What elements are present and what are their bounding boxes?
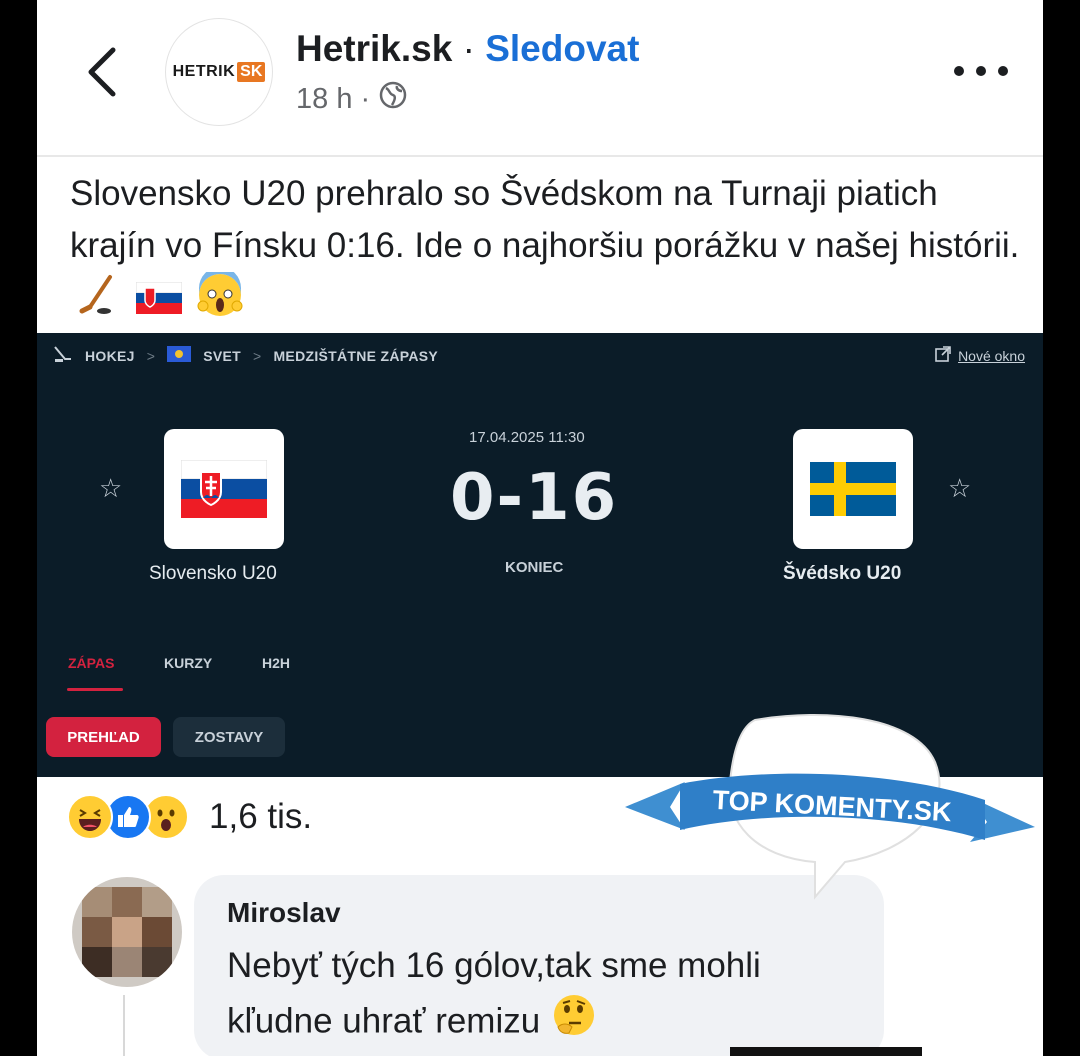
watermark-badge: TOP KOMENTY.SK (625, 712, 1035, 902)
meta-separator: · (360, 82, 371, 115)
match-score: 0-16 (450, 461, 619, 535)
subtab-zostavy[interactable]: ZOSTAVY (173, 717, 285, 757)
page-title: Hetrik.sk · Sledovat (296, 28, 639, 70)
laugh-icon (67, 794, 113, 840)
post-frame: HETRIK SK Hetrik.sk · Sledovat 18 h · Sl… (37, 0, 1043, 1056)
breadcrumb-zapasy[interactable]: MEDZIŠTÁTNE ZÁPASY (273, 348, 438, 364)
comment-bubble[interactable]: Miroslav Nebyť tých 16 gólov,tak sme moh… (194, 875, 884, 1056)
breadcrumb: HOKEJ > SVET > MEDZIŠTÁTNE ZÁPASY (53, 345, 438, 366)
comment-text-body: Nebyť tých 16 gólov,tak sme mohli kľudne… (227, 946, 761, 1041)
follow-button[interactable]: Sledovat (485, 28, 639, 69)
favorite-away-star-icon[interactable]: ☆ (948, 473, 971, 504)
slovakia-flag-icon (181, 460, 267, 518)
slovakia-flag-icon (135, 277, 183, 329)
away-team-name[interactable]: Švédsko U20 (783, 563, 901, 585)
back-icon[interactable] (83, 44, 123, 100)
match-status: KONIEC (505, 559, 564, 576)
chevron-right-icon: > (146, 347, 156, 364)
post-header: HETRIK SK Hetrik.sk · Sledovat 18 h · (37, 0, 1043, 155)
breadcrumb-hokej[interactable]: HOKEJ (85, 348, 135, 364)
home-team-logo[interactable] (164, 429, 284, 549)
title-separator: · (462, 28, 475, 69)
hockey-icon (53, 345, 73, 366)
hockey-stick-icon (76, 273, 120, 332)
breadcrumb-svet[interactable]: SVET (203, 348, 241, 364)
sweden-flag-icon (810, 462, 896, 516)
comment-text: Nebyť tých 16 gólov,tak sme mohli kľudne… (227, 939, 867, 1053)
post-text: Slovensko U20 prehralo so Švédskom na Tu… (70, 168, 1020, 333)
commenter-avatar[interactable] (72, 877, 182, 987)
screaming-face-icon (197, 267, 243, 333)
hetrik-logo: HETRIK SK (173, 62, 266, 82)
post-meta: 18 h · (296, 80, 408, 118)
new-window-label: Nové okno (958, 347, 1025, 364)
header-divider (37, 155, 1043, 157)
tab-zapas[interactable]: ZÁPAS (68, 655, 114, 671)
external-link-icon (934, 345, 952, 366)
thinking-face-icon (552, 993, 596, 1053)
bottom-bar (730, 1047, 922, 1056)
tab-kurzy[interactable]: KURZY (164, 655, 212, 671)
logo-text: HETRIK (172, 63, 236, 80)
active-tab-indicator (67, 688, 123, 691)
world-flag-icon (167, 346, 192, 365)
new-window-link[interactable]: Nové okno (934, 345, 1025, 366)
comment-author[interactable]: Miroslav (227, 897, 341, 929)
subtab-prehlad[interactable]: PREHĽAD (46, 717, 161, 757)
away-team-logo[interactable] (793, 429, 913, 549)
page-name-link[interactable]: Hetrik.sk (296, 28, 452, 69)
post-time[interactable]: 18 h (296, 83, 352, 116)
reaction-icons[interactable] (67, 794, 189, 840)
favorite-home-star-icon[interactable]: ☆ (99, 473, 122, 504)
match-card[interactable]: HOKEJ > SVET > MEDZIŠTÁTNE ZÁPASY Nové o… (37, 333, 1043, 777)
chevron-right-icon: > (252, 347, 262, 364)
globe-icon (378, 80, 408, 118)
home-team-name[interactable]: Slovensko U20 (149, 563, 277, 585)
thread-line (123, 995, 125, 1056)
logo-badge: SK (237, 62, 266, 82)
match-datetime: 17.04.2025 11:30 (469, 429, 585, 446)
post-text-body: Slovensko U20 prehralo so Švédskom na Tu… (70, 174, 1020, 265)
more-options-icon[interactable] (951, 58, 1011, 84)
page-avatar[interactable]: HETRIK SK (165, 18, 273, 126)
reaction-count[interactable]: 1,6 tis. (209, 797, 312, 837)
tab-h2h[interactable]: H2H (262, 655, 290, 671)
